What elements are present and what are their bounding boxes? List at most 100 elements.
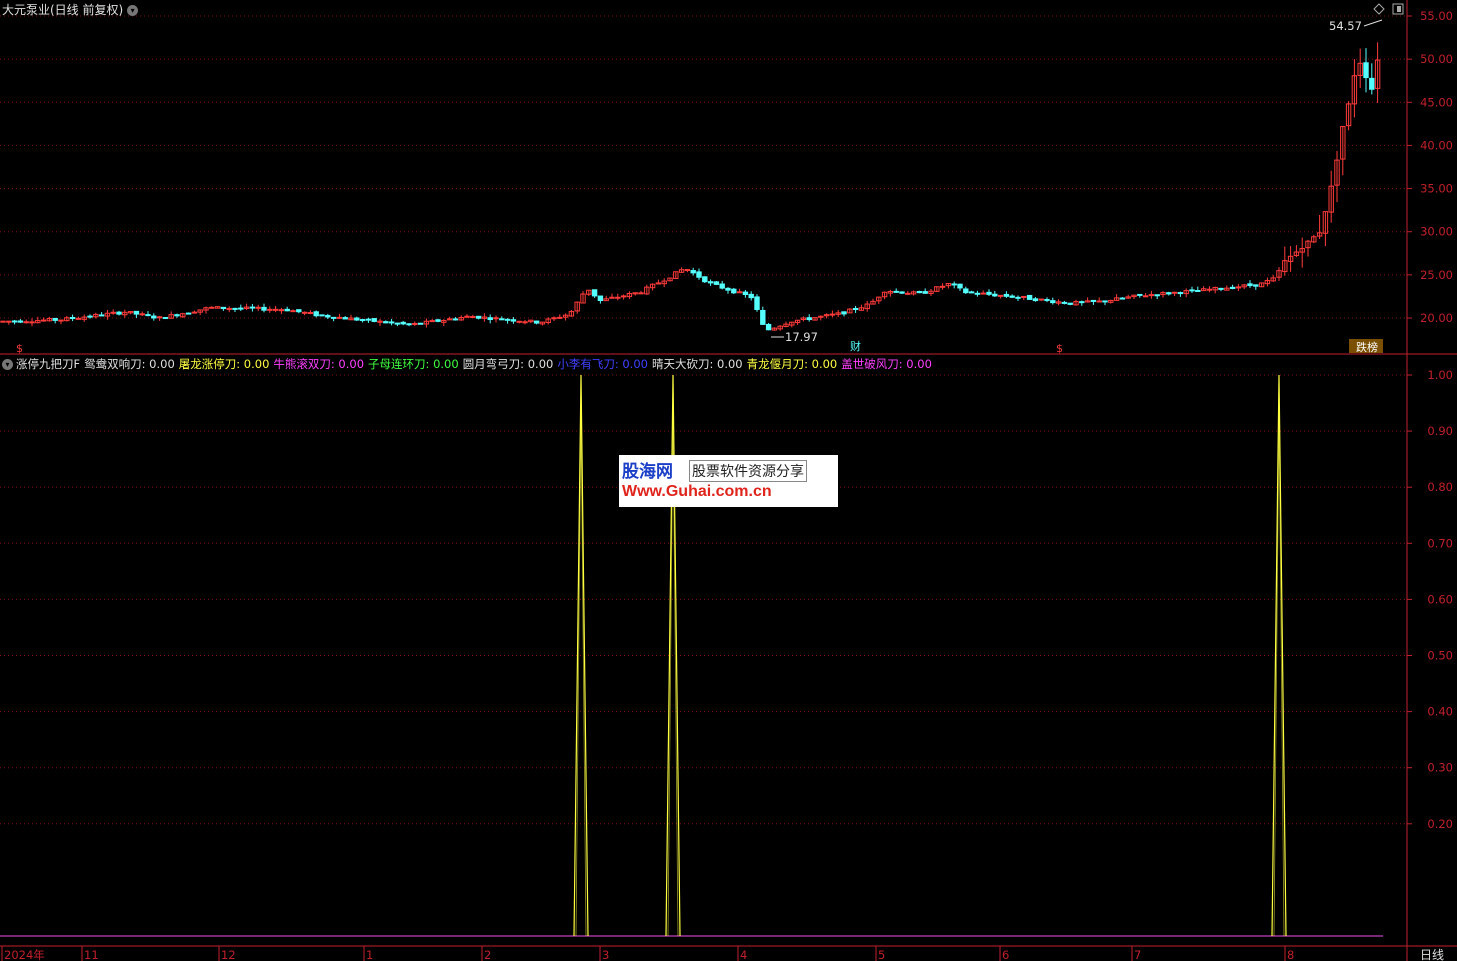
indicator-name: 涨停九把刀F	[16, 357, 81, 371]
candle-up	[620, 295, 627, 298]
candle-down	[1050, 300, 1056, 304]
candle-down	[690, 270, 696, 274]
candle-up	[980, 292, 986, 295]
candle-up	[23, 321, 29, 324]
indicator-legend: ▾ 涨停九把刀F 鸳鸯双响刀: 0.00 屠龙涨停刀: 0.00 牛熊滚双刀: 0.00…	[2, 356, 936, 372]
candle-down	[968, 291, 975, 294]
candle-down	[504, 318, 511, 321]
candle-down	[394, 322, 401, 325]
candle-down	[406, 323, 412, 326]
high-price-label: 54.57	[1329, 19, 1362, 33]
candle-up	[1096, 300, 1102, 303]
candle-down	[765, 323, 772, 331]
candle-down	[133, 310, 140, 315]
finance-tag: 财	[850, 339, 861, 353]
candle-down	[87, 315, 93, 318]
candle-down	[116, 311, 122, 315]
candle-up	[516, 320, 522, 323]
candle-down	[1119, 297, 1126, 300]
candle-down	[359, 319, 366, 322]
candle-up	[1171, 291, 1178, 294]
candle-up	[939, 285, 946, 288]
chevron-down-icon[interactable]: ▾	[2, 359, 13, 370]
indicator-tick-label: 0.40	[1427, 705, 1453, 719]
time-tick-label: 5	[878, 948, 885, 961]
price-tick-label: 55.00	[1420, 9, 1453, 23]
candle-down	[313, 311, 319, 317]
signal-spike	[1271, 374, 1287, 937]
price-tick-label: 20.00	[1420, 311, 1453, 325]
candle-up	[609, 296, 615, 299]
price-tick-label: 45.00	[1420, 95, 1453, 109]
candle-down	[238, 307, 244, 310]
candle-down	[974, 292, 981, 295]
candle-down	[1195, 289, 1201, 292]
time-tick-label: 6	[1002, 948, 1009, 961]
candle-down	[899, 291, 905, 294]
candle-up	[6, 320, 12, 323]
indicator-tick-label: 0.30	[1427, 761, 1453, 775]
candle-down	[1363, 62, 1369, 79]
candle-down	[1253, 284, 1259, 287]
candle-up	[1142, 295, 1149, 298]
candle-up	[446, 318, 453, 321]
candle-down	[1154, 294, 1160, 297]
candle-down	[702, 276, 708, 283]
candle-down	[1137, 293, 1143, 296]
candle-up	[272, 308, 279, 311]
window-restore-icon[interactable]	[1392, 3, 1404, 15]
candle-down	[342, 317, 348, 320]
candle-down	[354, 317, 360, 321]
candle-up	[209, 306, 215, 309]
candle-down	[499, 318, 505, 321]
candle-up	[58, 319, 64, 322]
candle-down	[748, 293, 754, 299]
candle-down	[52, 317, 58, 321]
candle-up	[75, 317, 82, 320]
candle-up	[522, 321, 528, 324]
candle-down	[533, 320, 540, 324]
candle-up	[470, 316, 476, 319]
candle-up	[1235, 286, 1242, 289]
candle-up	[307, 312, 314, 315]
candle-down	[232, 307, 238, 310]
diamond-icon[interactable]	[1373, 3, 1385, 15]
candle-down	[17, 320, 24, 323]
candle-down	[725, 287, 731, 291]
indicator-item: 青龙偃月刀: 0.00	[746, 357, 838, 371]
rank-tag: 跌榜	[1356, 340, 1378, 354]
candle-down	[185, 312, 192, 315]
candle-down	[69, 317, 76, 320]
candle-down	[220, 306, 227, 310]
candle-up	[615, 296, 621, 299]
candle-up	[40, 319, 47, 322]
candle-down	[98, 314, 105, 317]
candle-down	[951, 283, 957, 286]
candle-up	[110, 311, 116, 314]
candle-up	[290, 310, 296, 313]
candle-down	[1067, 302, 1073, 305]
candle-down	[1015, 296, 1021, 299]
candle-up	[191, 311, 198, 314]
candle-down	[957, 283, 963, 289]
candle-down	[1102, 300, 1108, 303]
period-label: 日线	[1420, 948, 1444, 961]
indicator-item: 晴天大砍刀: 0.00	[651, 357, 743, 371]
candle-up	[829, 313, 836, 316]
candle-down	[1003, 293, 1010, 297]
candle-down	[510, 319, 517, 322]
time-tick-label: 1	[366, 948, 373, 961]
price-tick-label: 50.00	[1420, 52, 1453, 66]
watermark-url: Www.Guhai.com.cn	[622, 483, 772, 500]
price-tick-label: 25.00	[1420, 268, 1453, 282]
candle-down	[383, 321, 389, 324]
time-tick-label: 2024年	[4, 948, 45, 961]
chevron-down-icon[interactable]: ▾	[127, 5, 139, 16]
candle-down	[992, 293, 998, 297]
candle-down	[1026, 294, 1033, 300]
indicator-tick-label: 0.80	[1427, 480, 1453, 494]
time-tick-label: 2	[484, 948, 491, 961]
candle-up	[1206, 288, 1213, 291]
candle-down	[841, 311, 847, 315]
candle-up	[684, 269, 691, 272]
